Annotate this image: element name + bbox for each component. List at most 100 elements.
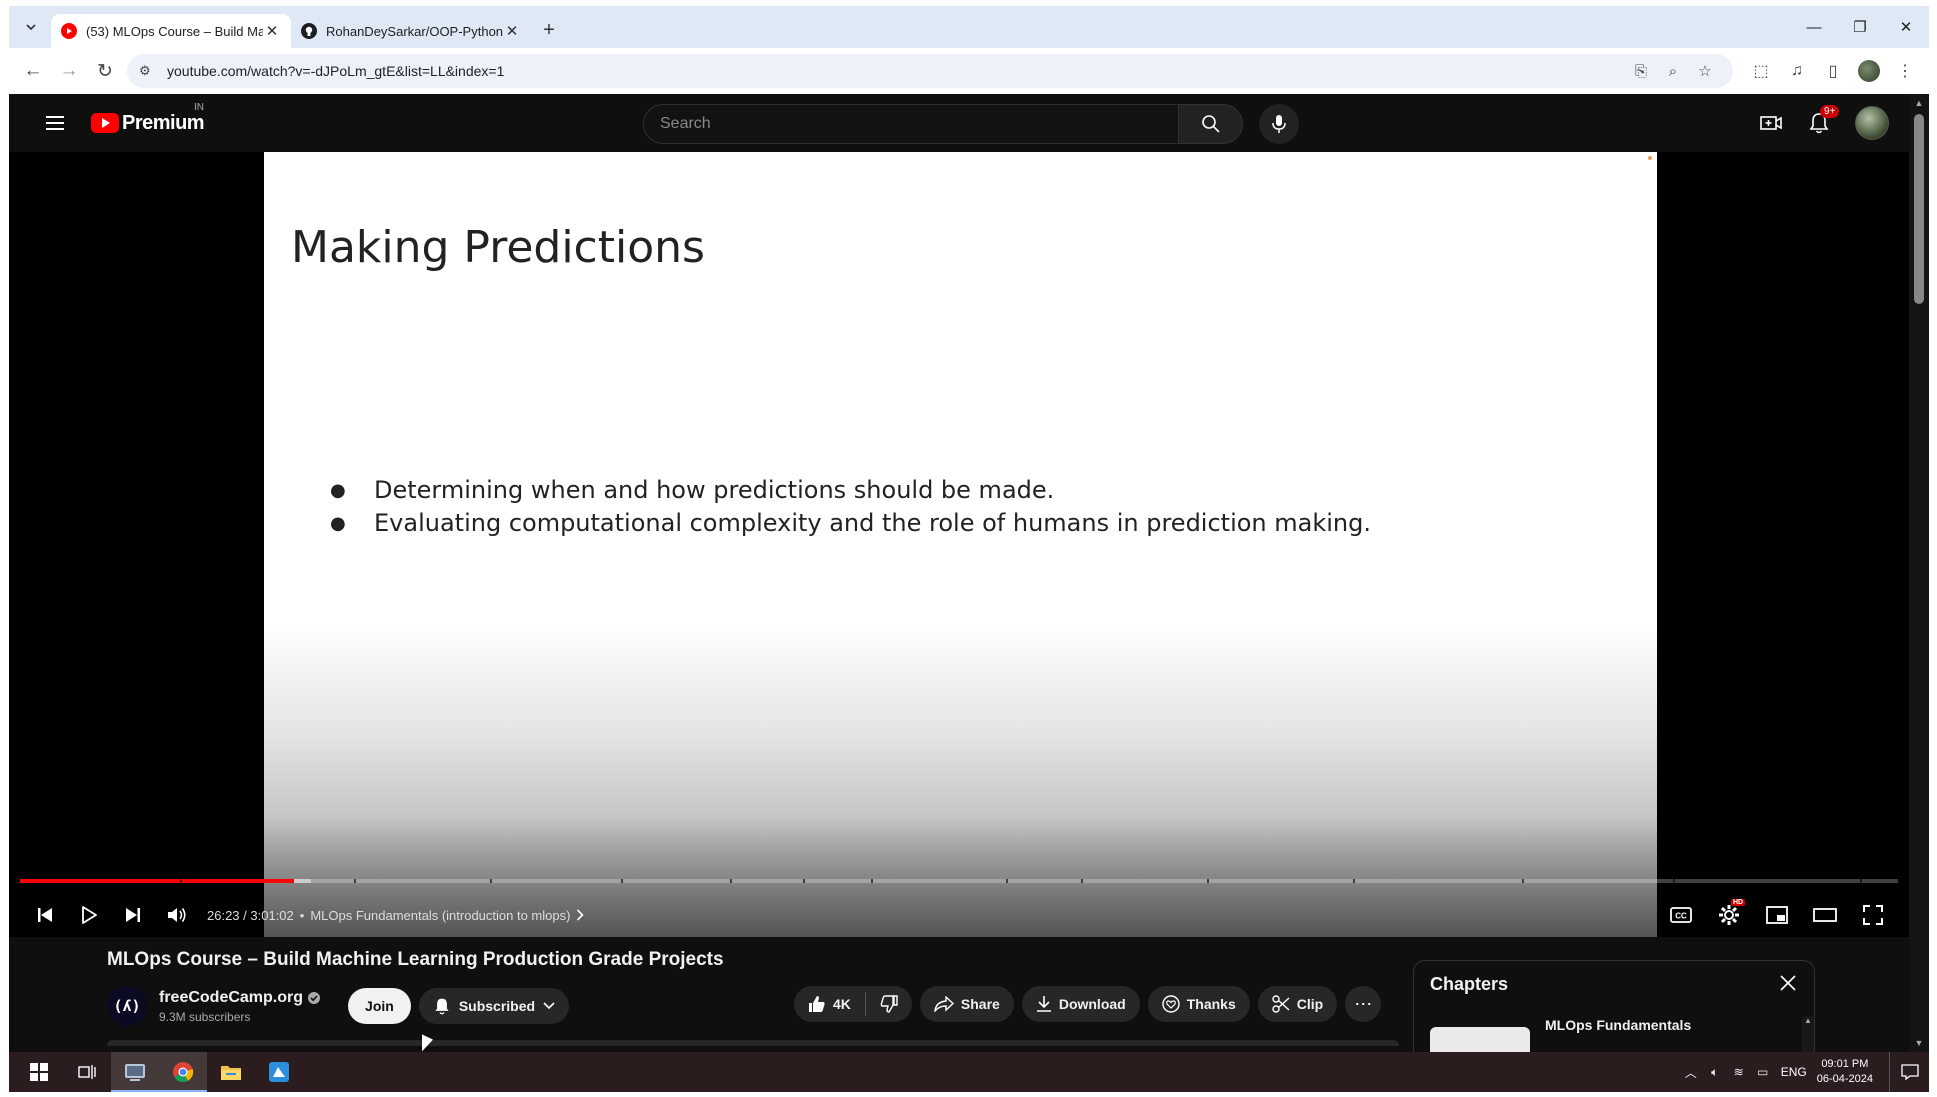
chapters-scrollbar[interactable]: ▲ [1802,1016,1814,1052]
microphone-icon [1272,115,1286,133]
close-window-button[interactable]: ✕ [1883,6,1929,48]
clock[interactable]: 09:01 PM 06-04-2024 [1817,1057,1873,1087]
dislike-button[interactable] [866,986,912,1022]
taskbar-app-file-explorer[interactable] [207,1052,255,1092]
captions-icon: CC [1670,907,1692,923]
tab-close-button[interactable]: ✕ [503,22,521,40]
play-icon [82,906,97,924]
previous-icon [38,908,52,922]
download-button[interactable]: Download [1021,986,1140,1022]
thanks-button[interactable]: Thanks [1147,986,1250,1022]
reload-button[interactable]: ↻ [87,53,123,89]
tray-overflow-icon[interactable]: ︿ [1679,1064,1703,1081]
channel-name-row[interactable]: freeCodeCamp.org [159,989,321,1007]
like-button[interactable]: 4K [794,986,865,1022]
create-button[interactable] [1751,103,1791,143]
tab-search-button[interactable] [17,13,45,41]
site-info-icon[interactable]: ⚙ [139,63,159,79]
media-controls-icon[interactable]: ♫ [1779,53,1815,89]
voice-search-button[interactable] [1259,104,1299,144]
download-icon [1036,996,1051,1012]
zoom-icon[interactable]: ⌕ [1657,63,1689,80]
clip-button[interactable]: Clip [1257,986,1338,1022]
taskbar-app-editor[interactable] [255,1052,303,1092]
chevron-down-icon [26,24,36,31]
tab-youtube[interactable]: (53) MLOps Course – Build Mac ✕ [51,14,291,48]
new-tab-button[interactable]: + [535,16,563,44]
browser-toolbar: ← → ↻ ⚙ youtube.com/watch?v=-dJPoLm_gtE&… [9,48,1929,94]
speaker-icon[interactable]: 🔈︎ [1703,1065,1727,1080]
miniplayer-icon [1766,906,1788,924]
forward-button[interactable]: → [51,53,87,89]
restore-button[interactable]: ❐ [1837,6,1883,48]
slide-title: Making Predictions [291,222,705,273]
subscribed-button[interactable]: Subscribed [418,988,570,1024]
guide-menu-button[interactable] [35,103,75,143]
scroll-up-arrow[interactable]: ▲ [1909,98,1929,108]
scrollbar-thumb[interactable] [1914,114,1924,304]
play-button[interactable] [67,895,111,935]
notifications-button[interactable]: 9+ [1799,103,1840,143]
input-language[interactable]: ENG [1781,1065,1807,1079]
minimize-button[interactable]: — [1791,6,1837,48]
address-bar[interactable]: ⚙ youtube.com/watch?v=-dJPoLm_gtE&list=L… [127,54,1733,88]
share-button[interactable]: Share [919,986,1014,1022]
more-actions-button[interactable]: ⋯ [1345,986,1382,1022]
page-scrollbar[interactable]: ▲ ▼ [1909,94,1929,1052]
join-button[interactable]: Join [348,988,411,1024]
masthead: Premium IN 9+ [9,94,1909,152]
chapter-marker [1081,879,1084,883]
fullscreen-button[interactable] [1851,895,1895,935]
action-center-button[interactable] [1889,1052,1929,1092]
search-button[interactable] [1179,104,1243,144]
bookmark-star-icon[interactable]: ☆ [1689,62,1721,80]
extensions-icon[interactable]: ⬚ [1743,53,1779,89]
chapter-marker [179,879,182,883]
browser-menu-icon[interactable]: ⋮ [1887,53,1923,89]
next-button[interactable] [111,895,155,935]
masthead-actions: 9+ [1751,103,1889,143]
tab-close-button[interactable]: ✕ [263,22,281,40]
chapter-marker [803,879,806,883]
back-button[interactable]: ← [15,53,51,89]
miniplayer-button[interactable] [1755,895,1799,935]
settings-button[interactable]: HD [1707,895,1751,935]
chapters-panel: Chapters MLOps Fundamentals ▲ [1413,960,1815,1052]
previous-button[interactable] [23,895,67,935]
side-panel-icon[interactable]: ▯ [1815,53,1851,89]
app-icon [269,1062,289,1082]
channel-avatar[interactable]: (ʎ) [107,986,147,1026]
taskbar-app-chrome[interactable] [159,1052,207,1092]
mute-button[interactable] [155,895,199,935]
progress-bar[interactable] [20,879,1898,883]
captions-button[interactable]: CC [1659,895,1703,935]
close-chapters-button[interactable] [1776,971,1800,995]
slide-marker [1648,156,1652,160]
start-button[interactable] [15,1052,63,1092]
description-box-top[interactable] [107,1040,1399,1046]
tab-github[interactable]: RohanDeySarkar/OOP-Python ✕ [291,14,531,48]
time-display: 26:23 / 3:01:02 [207,908,294,923]
taskbar-app-explorer-window[interactable] [111,1052,159,1092]
chapter-title-button[interactable]: • MLOps Fundamentals (introduction to ml… [300,908,585,923]
theater-mode-button[interactable] [1803,895,1847,935]
duration: 3:01:02 [250,907,294,923]
account-avatar[interactable] [1855,106,1889,140]
search-input[interactable] [643,104,1179,144]
youtube-logo[interactable]: Premium IN [91,102,205,135]
chapter-marker [354,879,357,883]
notification-icon [1900,1064,1919,1080]
youtube-play-icon [91,113,119,133]
download-label: Download [1058,996,1126,1012]
create-video-icon [1760,116,1782,130]
thumbs-up-icon [809,996,825,1012]
install-app-icon[interactable]: ⎘ [1625,63,1657,80]
battery-icon[interactable]: ▭ [1751,1065,1775,1079]
profile-button[interactable] [1851,53,1887,89]
chapter-item[interactable]: MLOps Fundamentals [1430,1017,1800,1052]
scroll-down-arrow[interactable]: ▼ [1909,1038,1929,1048]
channel-name[interactable]: freeCodeCamp.org [159,989,303,1007]
video-player[interactable]: Making Predictions Determining when and … [9,152,1909,937]
task-view-button[interactable] [63,1052,111,1092]
wifi-icon[interactable]: ≋ [1727,1065,1751,1079]
